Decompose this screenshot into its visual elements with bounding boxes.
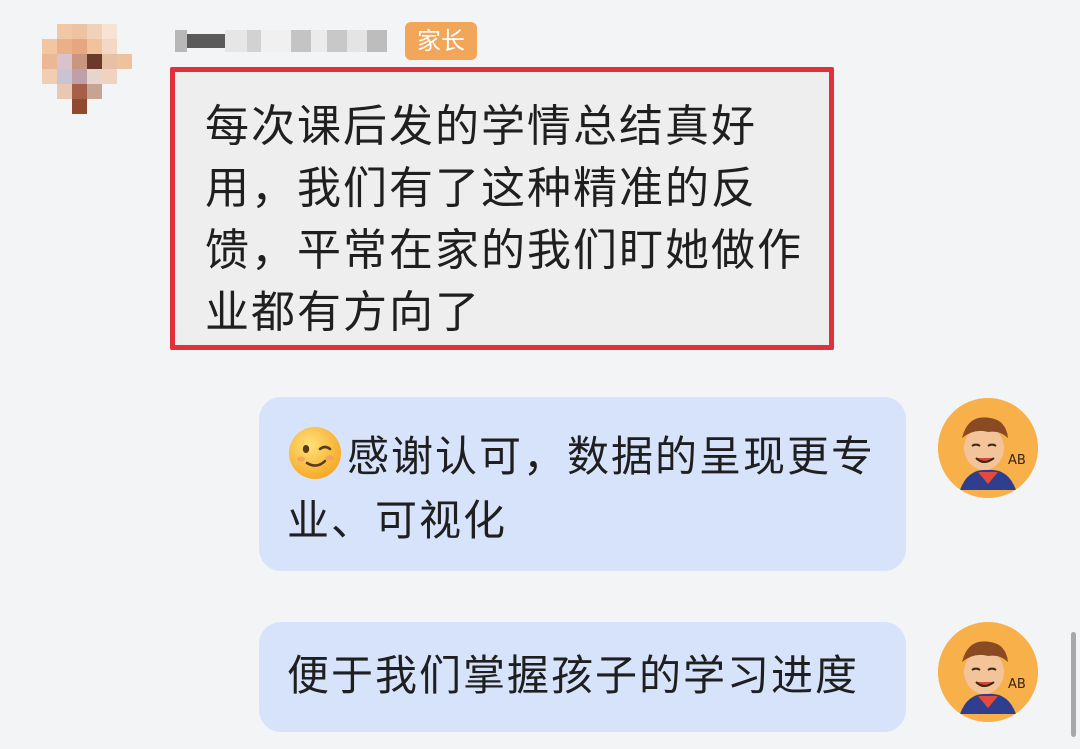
scrollbar[interactable] xyxy=(1071,632,1076,737)
outgoing-message-bubble[interactable]: 便于我们掌握孩子的学习进度 xyxy=(259,622,906,732)
cartoon-boy-avatar-icon: AB xyxy=(938,398,1038,498)
sender-name-row: 家长 xyxy=(175,22,477,60)
self-avatar[interactable]: AB xyxy=(938,398,1038,498)
outgoing-message-text: 感谢认可，数据的呈现更专业、可视化 xyxy=(287,432,876,545)
avatar-label: AB xyxy=(1008,453,1026,468)
avatar-label: AB xyxy=(1008,677,1026,692)
chat-window: 家长 每次课后发的学情总结真好用，我们有了这种精准的反馈，平常在家的我们盯她做作… xyxy=(0,0,1080,749)
sender-avatar[interactable] xyxy=(42,24,132,114)
incoming-message-text: 每次课后发的学情总结真好用，我们有了这种精准的反馈，平常在家的我们盯她做作业都有… xyxy=(205,101,803,338)
winking-face-icon xyxy=(289,427,341,479)
role-badge: 家长 xyxy=(405,22,477,60)
outgoing-message-text: 便于我们掌握孩子的学习进度 xyxy=(287,651,860,700)
self-avatar[interactable]: AB xyxy=(938,622,1038,722)
cartoon-boy-avatar-icon: AB xyxy=(938,622,1038,722)
incoming-message-bubble[interactable]: 每次课后发的学情总结真好用，我们有了这种精准的反馈，平常在家的我们盯她做作业都有… xyxy=(170,67,834,350)
outgoing-message-bubble[interactable]: 感谢认可，数据的呈现更专业、可视化 xyxy=(259,397,906,571)
sender-name-blurred xyxy=(175,26,387,56)
